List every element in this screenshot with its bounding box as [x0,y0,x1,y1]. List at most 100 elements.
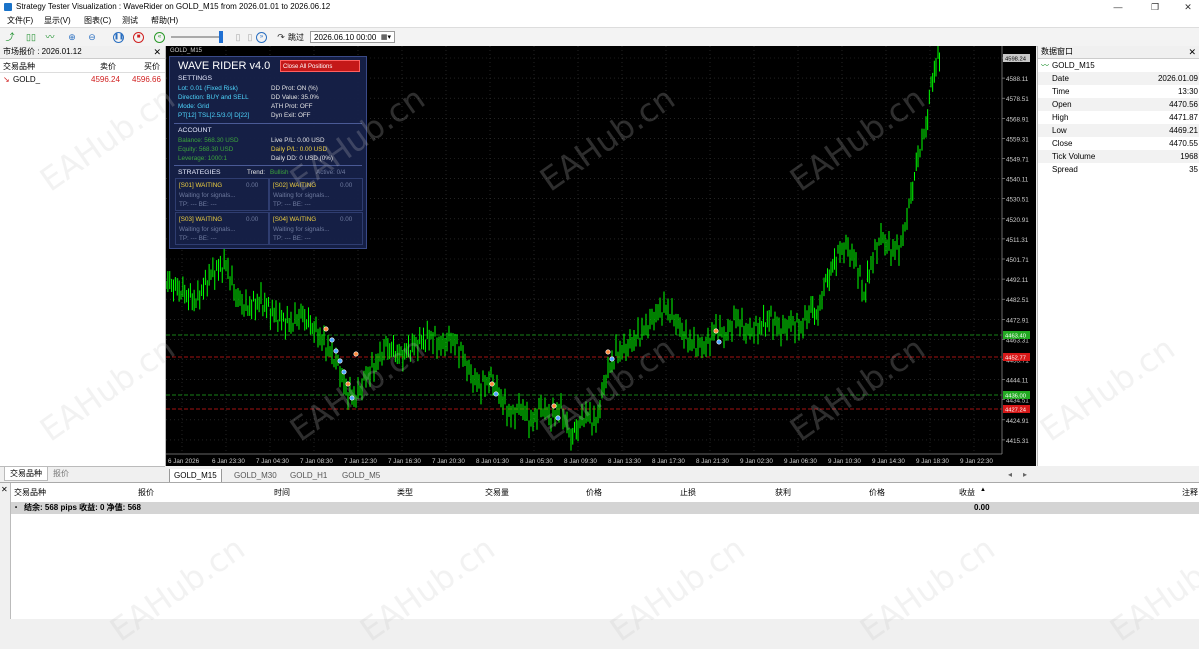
close-panel-icon[interactable]: ✕ [1,485,8,494]
market-watch-panel: 市场报价 : 2026.01.12 ✕ 交易品种 卖价 买价 ↘ GOLD_ 4… [0,46,166,466]
menu-test[interactable]: 测试 [122,15,138,26]
strategies-title: STRATEGIES [178,169,221,176]
col-symbol[interactable]: 交易品种 [14,487,46,498]
strategy-msg: Waiting for signals... [179,192,236,199]
minimize-button[interactable]: — [1108,1,1128,13]
account-title: ACCOUNT [178,127,212,134]
ea-divider [174,165,362,166]
strategy-tp: TP: --- BE: --- [179,201,217,208]
maximize-button[interactable]: ❐ [1145,1,1165,13]
balance-summary: 结余: 568 pips 收益: 0 净值: 568 [24,503,141,512]
trade-marker [329,337,335,343]
level-tag-label: 4452.77 [1005,356,1026,362]
skip-to-icon[interactable]: » [256,32,267,43]
chart-symbol-label: GOLD_M15 [170,48,203,54]
trade-marker [349,395,355,401]
chart-tab-m5[interactable]: GOLD_M5 [338,469,384,482]
chart-tab-m15[interactable]: GOLD_M15 [169,469,222,483]
data-value: 13:30 [1177,87,1198,96]
menu-file[interactable]: 文件(F) [7,15,33,26]
skip-label: 跳过 [288,33,304,42]
sort-asc-icon[interactable]: ▲ [980,487,986,493]
scroll-right-icon[interactable]: ▸ [1023,470,1027,479]
trade-marker [609,356,615,362]
time-tick-label: 9 Jan 14:30 [872,458,905,465]
data-row: Open 4470.56 [1038,98,1199,111]
data-value: 2026.01.09 [1157,74,1198,83]
market-watch-tabs: 交易品种 报价 [0,466,165,481]
calendar-dropdown-icon[interactable]: ▦▾ [381,32,391,44]
ea-live-pl: Live P/L: 0.00 USD [271,137,325,144]
trade-marker [353,351,359,357]
tab-symbols[interactable]: 交易品种 [4,467,48,481]
data-row: Spread 35 [1038,163,1199,176]
app-icon [4,3,12,11]
skip-date-input[interactable]: 2026.06.10 00:00 ▦▾ [310,31,395,43]
menu-chart[interactable]: 图表(C) [84,15,111,26]
col-type[interactable]: 类型 [397,487,413,498]
col-symbol[interactable]: 交易品种 [3,61,35,72]
col-ask[interactable]: 买价 [144,61,160,72]
pause-icon[interactable]: ❚❚ [113,32,124,43]
chart-tabs: GOLD_M15 GOLD_M30 GOLD_H1 GOLD_M5 ◂ ▸ [166,469,1036,483]
price-tick-label: 4520.91 [1006,217,1029,224]
col-comment[interactable]: 注释 [1182,487,1198,498]
line-chart-icon[interactable]: 〰 [44,31,56,43]
strategy-name: [S02] WAITING [273,182,317,189]
chart-tab-h1[interactable]: GOLD_H1 [286,469,331,482]
bullet-icon: • [15,505,18,511]
strategy-name: [S03] WAITING [179,216,223,223]
col-volume[interactable]: 交易量 [485,487,509,498]
trade-icon[interactable]: ⤴ [4,31,16,43]
market-watch-title: 市场报价 : 2026.01.12 [3,47,82,56]
close-panel-icon[interactable]: ✕ [153,46,161,58]
col-take-profit[interactable]: 获利 [775,487,791,498]
menu-help[interactable]: 帮助(H) [151,15,178,26]
time-tick-label: 7 Jan 16:30 [388,458,421,465]
data-label: Close [1052,139,1073,148]
speed-icon[interactable]: « [154,32,165,43]
ea-divider [174,123,362,124]
col-profit[interactable]: 收益 [959,487,975,498]
bar-chart-icon[interactable]: ▯▯ [25,31,37,43]
close-all-button[interactable]: Close All Positions [280,60,360,72]
trade-marker [337,358,343,364]
col-quote[interactable]: 报价 [138,487,154,498]
close-panel-icon[interactable]: ✕ [1188,46,1196,58]
tab-quotes[interactable]: 报价 [48,467,74,480]
strategy-tp: TP: --- BE: --- [179,235,217,242]
time-tick-label: 7 Jan 08:30 [300,458,333,465]
speed-slider-thumb[interactable] [219,31,223,43]
strategy-pl: 0.00 [246,216,259,223]
time-tick-label: 9 Jan 02:30 [740,458,773,465]
col-bid[interactable]: 卖价 [100,61,116,72]
data-value: 4471.87 [1169,113,1198,122]
data-label: Time [1052,87,1070,96]
col-price[interactable]: 价格 [586,487,602,498]
time-tick-label: 8 Jan 21:30 [696,458,729,465]
data-label: Low [1052,126,1067,135]
zoom-in-icon[interactable]: ⊕ [66,31,78,43]
col-time[interactable]: 时间 [274,487,290,498]
chart-tab-m30[interactable]: GOLD_M30 [230,469,281,482]
time-tick-label: 8 Jan 13:30 [608,458,641,465]
zoom-out-icon[interactable]: ⊖ [86,31,98,43]
market-bid: 4596.24 [91,75,120,84]
col-price-current[interactable]: 价格 [869,487,885,498]
speed-slider[interactable] [171,36,223,38]
time-tick-label: 6 Jan 23:30 [212,458,245,465]
scroll-left-icon[interactable]: ◂ [1008,470,1012,479]
stop-icon[interactable]: ■ [133,32,144,43]
trade-marker [555,415,561,421]
price-chart[interactable]: 4598.24 4588.11 4578.51 4568.91 4559.31 4549.… [166,46,1036,466]
close-window-button[interactable]: ✕ [1178,1,1198,13]
time-tick-label: 8 Jan 01:30 [476,458,509,465]
level-tag-label: 4436.00 [1005,394,1026,400]
market-row[interactable]: ↘ GOLD_ 4596.24 4596.66 [0,73,165,86]
market-ask: 4596.66 [132,75,161,84]
menu-view[interactable]: 显示(V) [44,15,71,26]
col-stop-loss[interactable]: 止损 [680,487,696,498]
trade-marker [551,403,557,409]
down-arrow-icon: ↘ [3,75,10,84]
balance-summary-row[interactable]: • 结余: 568 pips 收益: 0 净值: 568 0.00 [11,502,1199,514]
